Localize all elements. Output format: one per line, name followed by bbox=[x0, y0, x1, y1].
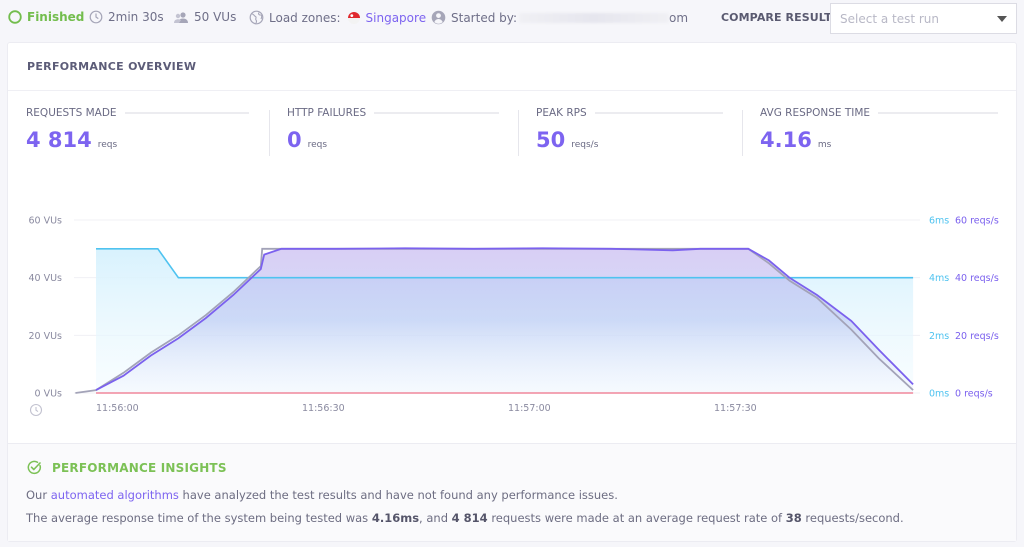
text: The average response time of the system … bbox=[26, 511, 372, 525]
stat-unit: reqs/s bbox=[571, 140, 599, 150]
stat-value: 0 bbox=[287, 128, 302, 152]
load-zone-link[interactable]: Singapore bbox=[366, 11, 427, 25]
stat-unit: reqs bbox=[307, 140, 328, 150]
compare-test-run-select[interactable]: Select a test run bbox=[830, 3, 1017, 34]
stat-label: AVG RESPONSE TIME bbox=[760, 107, 871, 119]
stat-label: REQUESTS MADE bbox=[26, 107, 117, 119]
compare-select-placeholder: Select a test run bbox=[840, 11, 940, 26]
duration-text: 2min 30s bbox=[108, 10, 164, 24]
insights-line-1: Our automated algorithms have analyzed t… bbox=[26, 488, 618, 502]
vus-text: 50 VUs bbox=[194, 10, 237, 24]
divider bbox=[124, 112, 249, 114]
stat-value: 4 814 bbox=[26, 128, 92, 152]
text: requests were made at an average request… bbox=[487, 511, 786, 525]
user-circle-icon bbox=[431, 10, 446, 25]
compare-result-label: COMPARE RESULT bbox=[721, 11, 832, 24]
globe-icon bbox=[249, 10, 264, 25]
started-by-label: Started by: bbox=[451, 10, 518, 25]
insights-title-row: PERFORMANCE INSIGHTS bbox=[27, 460, 227, 475]
divider bbox=[269, 110, 270, 156]
load-zones-label: Load zones: bbox=[269, 10, 341, 25]
total-requests-value: 4 814 bbox=[451, 511, 488, 525]
started-by: Started by: om bbox=[431, 10, 688, 25]
test-run-header: Finished 2min 30s 50 VUs Load zones: Sin… bbox=[0, 0, 1024, 36]
text: have analyzed the test results and have … bbox=[178, 488, 618, 502]
text: , and bbox=[419, 511, 452, 525]
duration: 2min 30s bbox=[89, 10, 164, 24]
stat-unit: reqs bbox=[97, 140, 118, 150]
vus-count: 50 VUs bbox=[173, 10, 236, 24]
load-zones: Load zones: Singapore bbox=[249, 10, 426, 25]
insights-title: PERFORMANCE INSIGHTS bbox=[52, 460, 227, 475]
clock-icon bbox=[89, 10, 103, 24]
stat-label: PEAK RPS bbox=[536, 107, 587, 119]
status-text: Finished bbox=[27, 10, 85, 24]
stat-http-failures: HTTP FAILURES 0 reqs bbox=[287, 107, 499, 159]
automated-algorithms-link[interactable]: automated algorithms bbox=[51, 488, 179, 502]
stat-label: HTTP FAILURES bbox=[287, 107, 367, 119]
chevron-down-icon[interactable] bbox=[997, 15, 1007, 22]
users-icon bbox=[174, 11, 188, 23]
avg-rps-value: 38 bbox=[785, 511, 802, 525]
stat-avg-response-time: AVG RESPONSE TIME 4.16 ms bbox=[760, 107, 998, 159]
text: Our bbox=[26, 488, 51, 502]
text: requests/second. bbox=[801, 511, 904, 525]
stat-peak-rps: PEAK RPS 50 reqs/s bbox=[536, 107, 723, 159]
circle-icon bbox=[8, 10, 22, 24]
check-circle-icon bbox=[27, 460, 42, 475]
stat-value: 50 bbox=[536, 128, 566, 152]
divider bbox=[742, 110, 743, 156]
insights-line-2: The average response time of the system … bbox=[26, 511, 904, 525]
stat-requests-made: REQUESTS MADE 4 814 reqs bbox=[26, 107, 249, 159]
divider bbox=[594, 112, 723, 114]
singapore-flag-icon bbox=[347, 11, 360, 24]
started-by-tail: om bbox=[669, 10, 689, 25]
avg-response-time-value: 4.16ms bbox=[371, 511, 420, 525]
performance-insights: PERFORMANCE INSIGHTS Our automated algor… bbox=[8, 443, 1016, 541]
status-badge: Finished bbox=[8, 10, 84, 24]
stat-unit: ms bbox=[817, 140, 832, 150]
divider bbox=[374, 112, 499, 114]
performance-overview-title: PERFORMANCE OVERVIEW bbox=[8, 43, 1016, 91]
divider bbox=[518, 110, 519, 156]
divider bbox=[878, 112, 998, 114]
redacted-email bbox=[519, 12, 670, 23]
stat-value: 4.16 bbox=[760, 128, 812, 152]
